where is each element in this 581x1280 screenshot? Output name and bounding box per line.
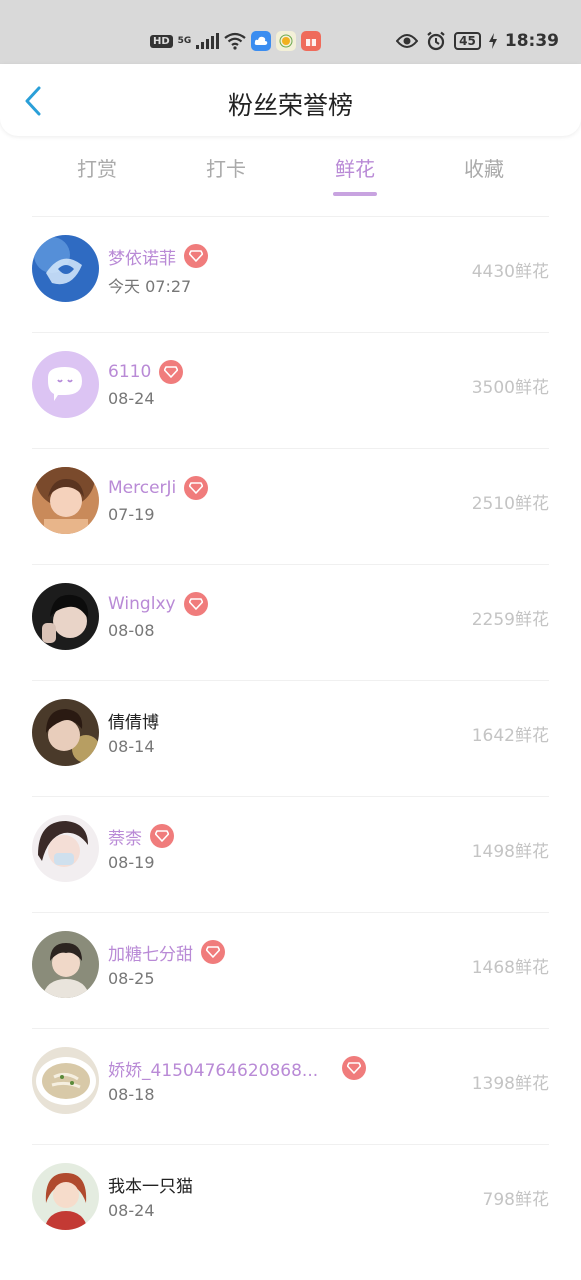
name-line: Winglxy xyxy=(108,591,208,617)
header-bar: 粉丝荣誉榜 xyxy=(0,64,581,136)
flower-count: 1468鲜花 xyxy=(471,958,549,978)
avatar[interactable] xyxy=(32,235,99,302)
cloud-app-icon xyxy=(251,31,272,51)
hd-indicator: HD xyxy=(150,34,173,48)
list-item[interactable]: 我本一只猫 08-24 798鲜花 xyxy=(32,1144,549,1260)
fan-date: 08-24 xyxy=(108,389,155,408)
avatar[interactable] xyxy=(32,699,99,766)
avatar[interactable] xyxy=(32,815,99,882)
tab-checkin[interactable]: 打卡 xyxy=(161,148,291,196)
name-line: 梦依诺菲 xyxy=(108,243,208,269)
tab-label: 鲜花 xyxy=(335,157,375,181)
name-line: 萘柰 xyxy=(108,823,174,849)
diamond-badge-icon xyxy=(184,476,209,500)
list-item[interactable]: 倩倩博 08-14 1642鲜花 xyxy=(32,680,549,796)
tab-favorites[interactable]: 收藏 xyxy=(419,148,549,196)
status-bar-right: 45 18:39 xyxy=(396,28,559,54)
flower-count: 1642鲜花 xyxy=(471,726,549,746)
avatar[interactable] xyxy=(32,583,99,650)
diamond-badge-icon xyxy=(150,824,174,848)
flower-count: 4430鲜花 xyxy=(471,262,549,282)
status-bar-left: HD 5G xyxy=(150,30,322,52)
fan-date: 07-19 xyxy=(108,505,155,524)
flower-count: 2259鲜花 xyxy=(471,610,549,630)
list-item[interactable]: 娇娇_41504764620868... 08-18 1398鲜花 xyxy=(32,1028,549,1144)
fan-date: 08-19 xyxy=(108,853,155,872)
avatar[interactable] xyxy=(32,351,99,418)
diamond-badge-icon xyxy=(201,940,225,964)
active-tab-indicator xyxy=(333,192,377,196)
fan-name: 我本一只猫 xyxy=(108,1176,193,1197)
fan-name: Winglxy xyxy=(108,594,176,614)
sun-app-icon xyxy=(276,31,297,51)
diamond-badge-icon xyxy=(184,244,208,268)
fan-ranking-list: 梦依诺菲 今天 07:27 4430鲜花 6110 08-24 3500鲜花 M… xyxy=(32,216,549,1260)
flower-count: 2510鲜花 xyxy=(471,494,549,514)
charging-icon xyxy=(488,33,497,49)
diamond-badge-icon xyxy=(183,592,208,616)
fan-name: 倩倩博 xyxy=(108,712,159,733)
page-title: 粉丝荣誉榜 xyxy=(227,91,353,120)
list-item[interactable]: 梦依诺菲 今天 07:27 4430鲜花 xyxy=(32,216,549,332)
wifi-icon xyxy=(224,32,247,50)
tab-flowers[interactable]: 鲜花 xyxy=(290,148,420,196)
5g-indicator: 5G xyxy=(177,35,192,46)
list-item[interactable]: MercerJi 07-19 2510鲜花 xyxy=(32,448,549,564)
signal-icon xyxy=(196,33,220,49)
list-item[interactable]: 加糖七分甜 08-25 1468鲜花 xyxy=(32,912,549,1028)
name-line: MercerJi xyxy=(108,475,209,501)
name-line: 倩倩博 xyxy=(108,707,159,733)
tab-label: 打卡 xyxy=(206,157,246,181)
flower-count: 1398鲜花 xyxy=(471,1074,549,1094)
diamond-badge-icon xyxy=(159,360,184,384)
fan-date: 08-24 xyxy=(108,1201,155,1220)
fan-date: 今天 07:27 xyxy=(108,277,192,296)
flower-count: 3500鲜花 xyxy=(471,378,549,398)
fan-name: 加糖七分甜 xyxy=(108,944,193,965)
fan-name: 6110 xyxy=(108,362,152,382)
tab-label: 打赏 xyxy=(77,157,117,181)
avatar[interactable] xyxy=(32,1163,99,1230)
list-item[interactable]: Winglxy 08-08 2259鲜花 xyxy=(32,564,549,680)
battery-icon: 45 xyxy=(454,32,481,50)
status-bar: HD 5G 45 18:39 xyxy=(0,0,581,64)
fan-name: 萘柰 xyxy=(108,828,142,849)
fan-date: 08-14 xyxy=(108,737,155,756)
list-item[interactable]: 萘柰 08-19 1498鲜花 xyxy=(32,796,549,912)
tab-label: 收藏 xyxy=(464,157,504,181)
flower-count: 1498鲜花 xyxy=(471,842,549,862)
fan-name: MercerJi xyxy=(108,478,177,498)
avatar[interactable] xyxy=(32,1047,99,1114)
alarm-icon xyxy=(427,31,445,51)
list-item[interactable]: 6110 08-24 3500鲜花 xyxy=(32,332,549,448)
clock-time: 18:39 xyxy=(504,31,559,51)
name-line: 加糖七分甜 xyxy=(108,939,225,965)
avatar[interactable] xyxy=(32,467,99,534)
name-line: 6110 xyxy=(108,359,184,385)
fan-date: 08-08 xyxy=(108,621,155,640)
fan-name: 梦依诺菲 xyxy=(108,248,176,269)
flower-count: 798鲜花 xyxy=(482,1190,549,1210)
fan-date: 08-18 xyxy=(108,1085,155,1104)
gift-app-icon xyxy=(301,31,322,51)
fan-name: 娇娇_41504764620868... xyxy=(108,1060,319,1081)
name-line: 我本一只猫 xyxy=(108,1171,193,1197)
tab-reward[interactable]: 打赏 xyxy=(32,148,162,196)
avatar[interactable] xyxy=(32,931,99,998)
fan-date: 08-25 xyxy=(108,969,155,988)
eye-icon xyxy=(396,34,419,48)
tab-bar: 打赏 打卡 鲜花 收藏 xyxy=(32,148,549,204)
name-line: 娇娇_41504764620868... xyxy=(108,1055,366,1081)
diamond-badge-icon xyxy=(342,1056,366,1080)
